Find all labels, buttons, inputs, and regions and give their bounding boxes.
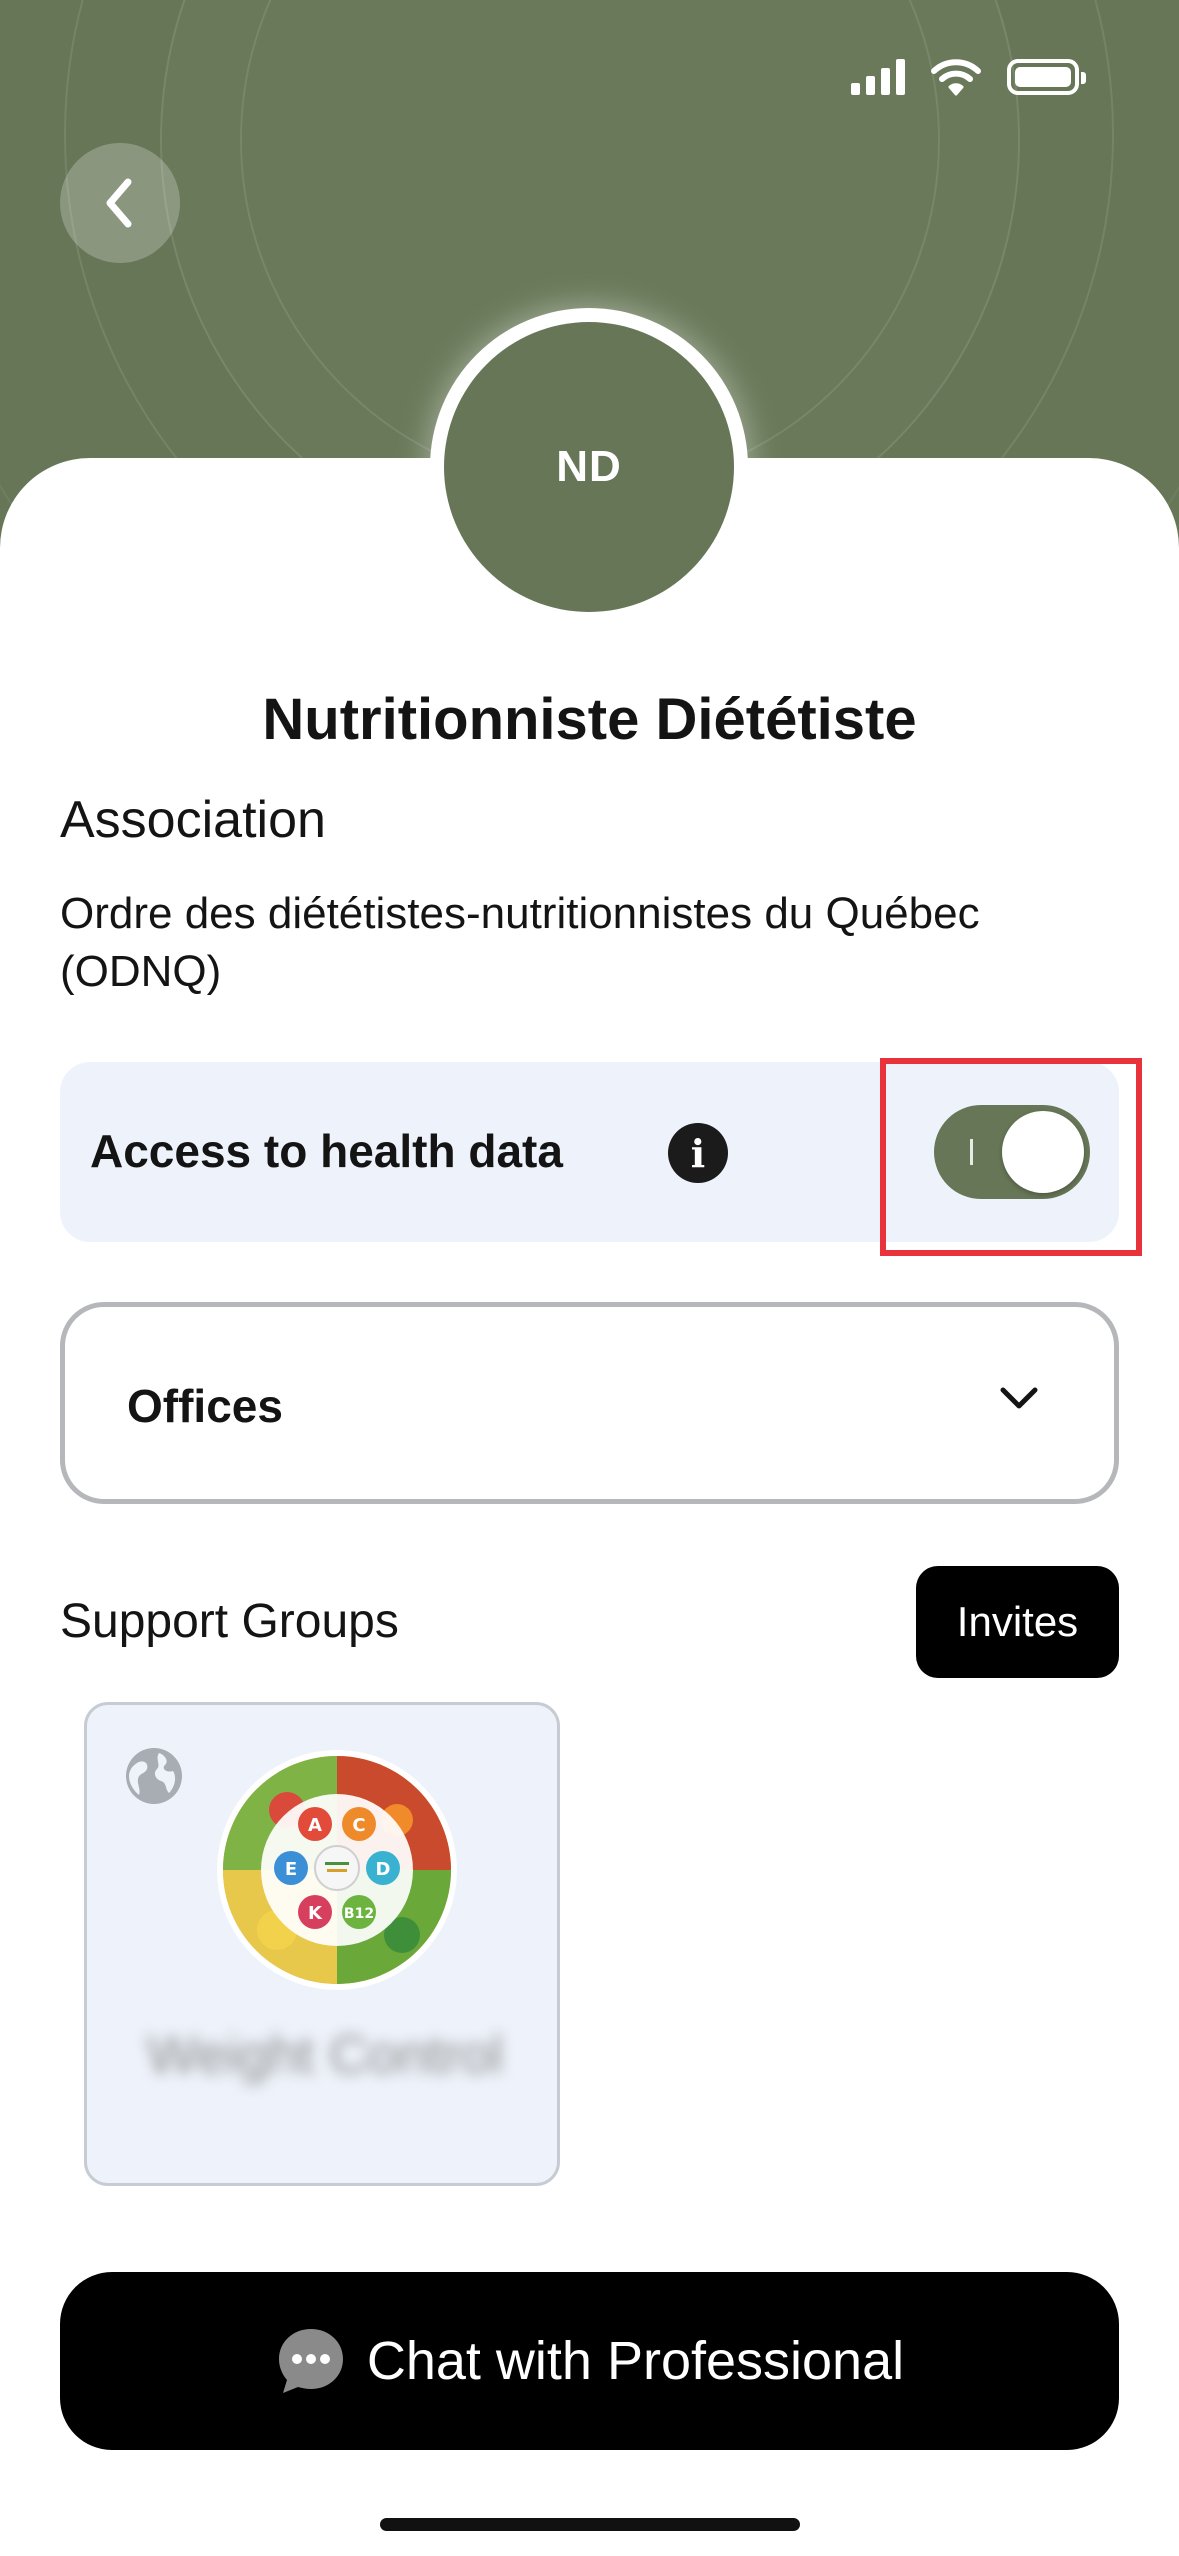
home-indicator[interactable] (380, 2518, 800, 2531)
svg-text:B12: B12 (344, 1906, 374, 1922)
svg-text:E: E (285, 1859, 297, 1880)
svg-text:K: K (308, 1903, 323, 1924)
chat-with-professional-button[interactable]: Chat with Professional (60, 2272, 1119, 2450)
support-groups-label: Support Groups (60, 1595, 399, 1648)
info-icon[interactable]: i (668, 1123, 728, 1183)
support-group-card[interactable]: A C E D K B12 Weight Control (84, 1702, 560, 2186)
health-data-label: Access to health data (90, 1125, 563, 1177)
association-label: Association (60, 791, 326, 849)
page-title: Nutritionniste Diététiste (262, 687, 917, 752)
chevron-down-icon (1000, 1387, 1038, 1409)
back-button[interactable] (60, 143, 180, 263)
content-sheet (0, 458, 1179, 2556)
avatar: ND (430, 308, 748, 626)
chat-bubble-icon (278, 2329, 343, 2393)
svg-text:A: A (308, 1815, 322, 1836)
svg-text:C: C (352, 1815, 365, 1836)
offices-dropdown[interactable]: Offices (60, 1302, 1119, 1504)
toggle-highlight-box (880, 1058, 1142, 1256)
support-group-name: Weight Control (146, 2025, 504, 2085)
invites-button[interactable]: Invites (916, 1566, 1119, 1678)
status-bar (851, 58, 1086, 96)
globe-icon (126, 1748, 182, 1804)
svg-text:D: D (376, 1859, 391, 1880)
offices-label: Offices (127, 1380, 283, 1432)
battery-icon (1007, 59, 1086, 95)
avatar-initials: ND (444, 322, 734, 612)
cellular-signal-icon (851, 59, 905, 95)
healthy-eating-vitamins-image: A C E D K B12 (217, 1750, 457, 1990)
chevron-left-icon (106, 178, 132, 228)
wifi-icon (931, 59, 981, 96)
chat-button-label: Chat with Professional (366, 2331, 905, 2391)
association-value: Ordre des diététistes-nutritionnistes du… (60, 889, 980, 996)
battery-fill (1015, 67, 1071, 87)
